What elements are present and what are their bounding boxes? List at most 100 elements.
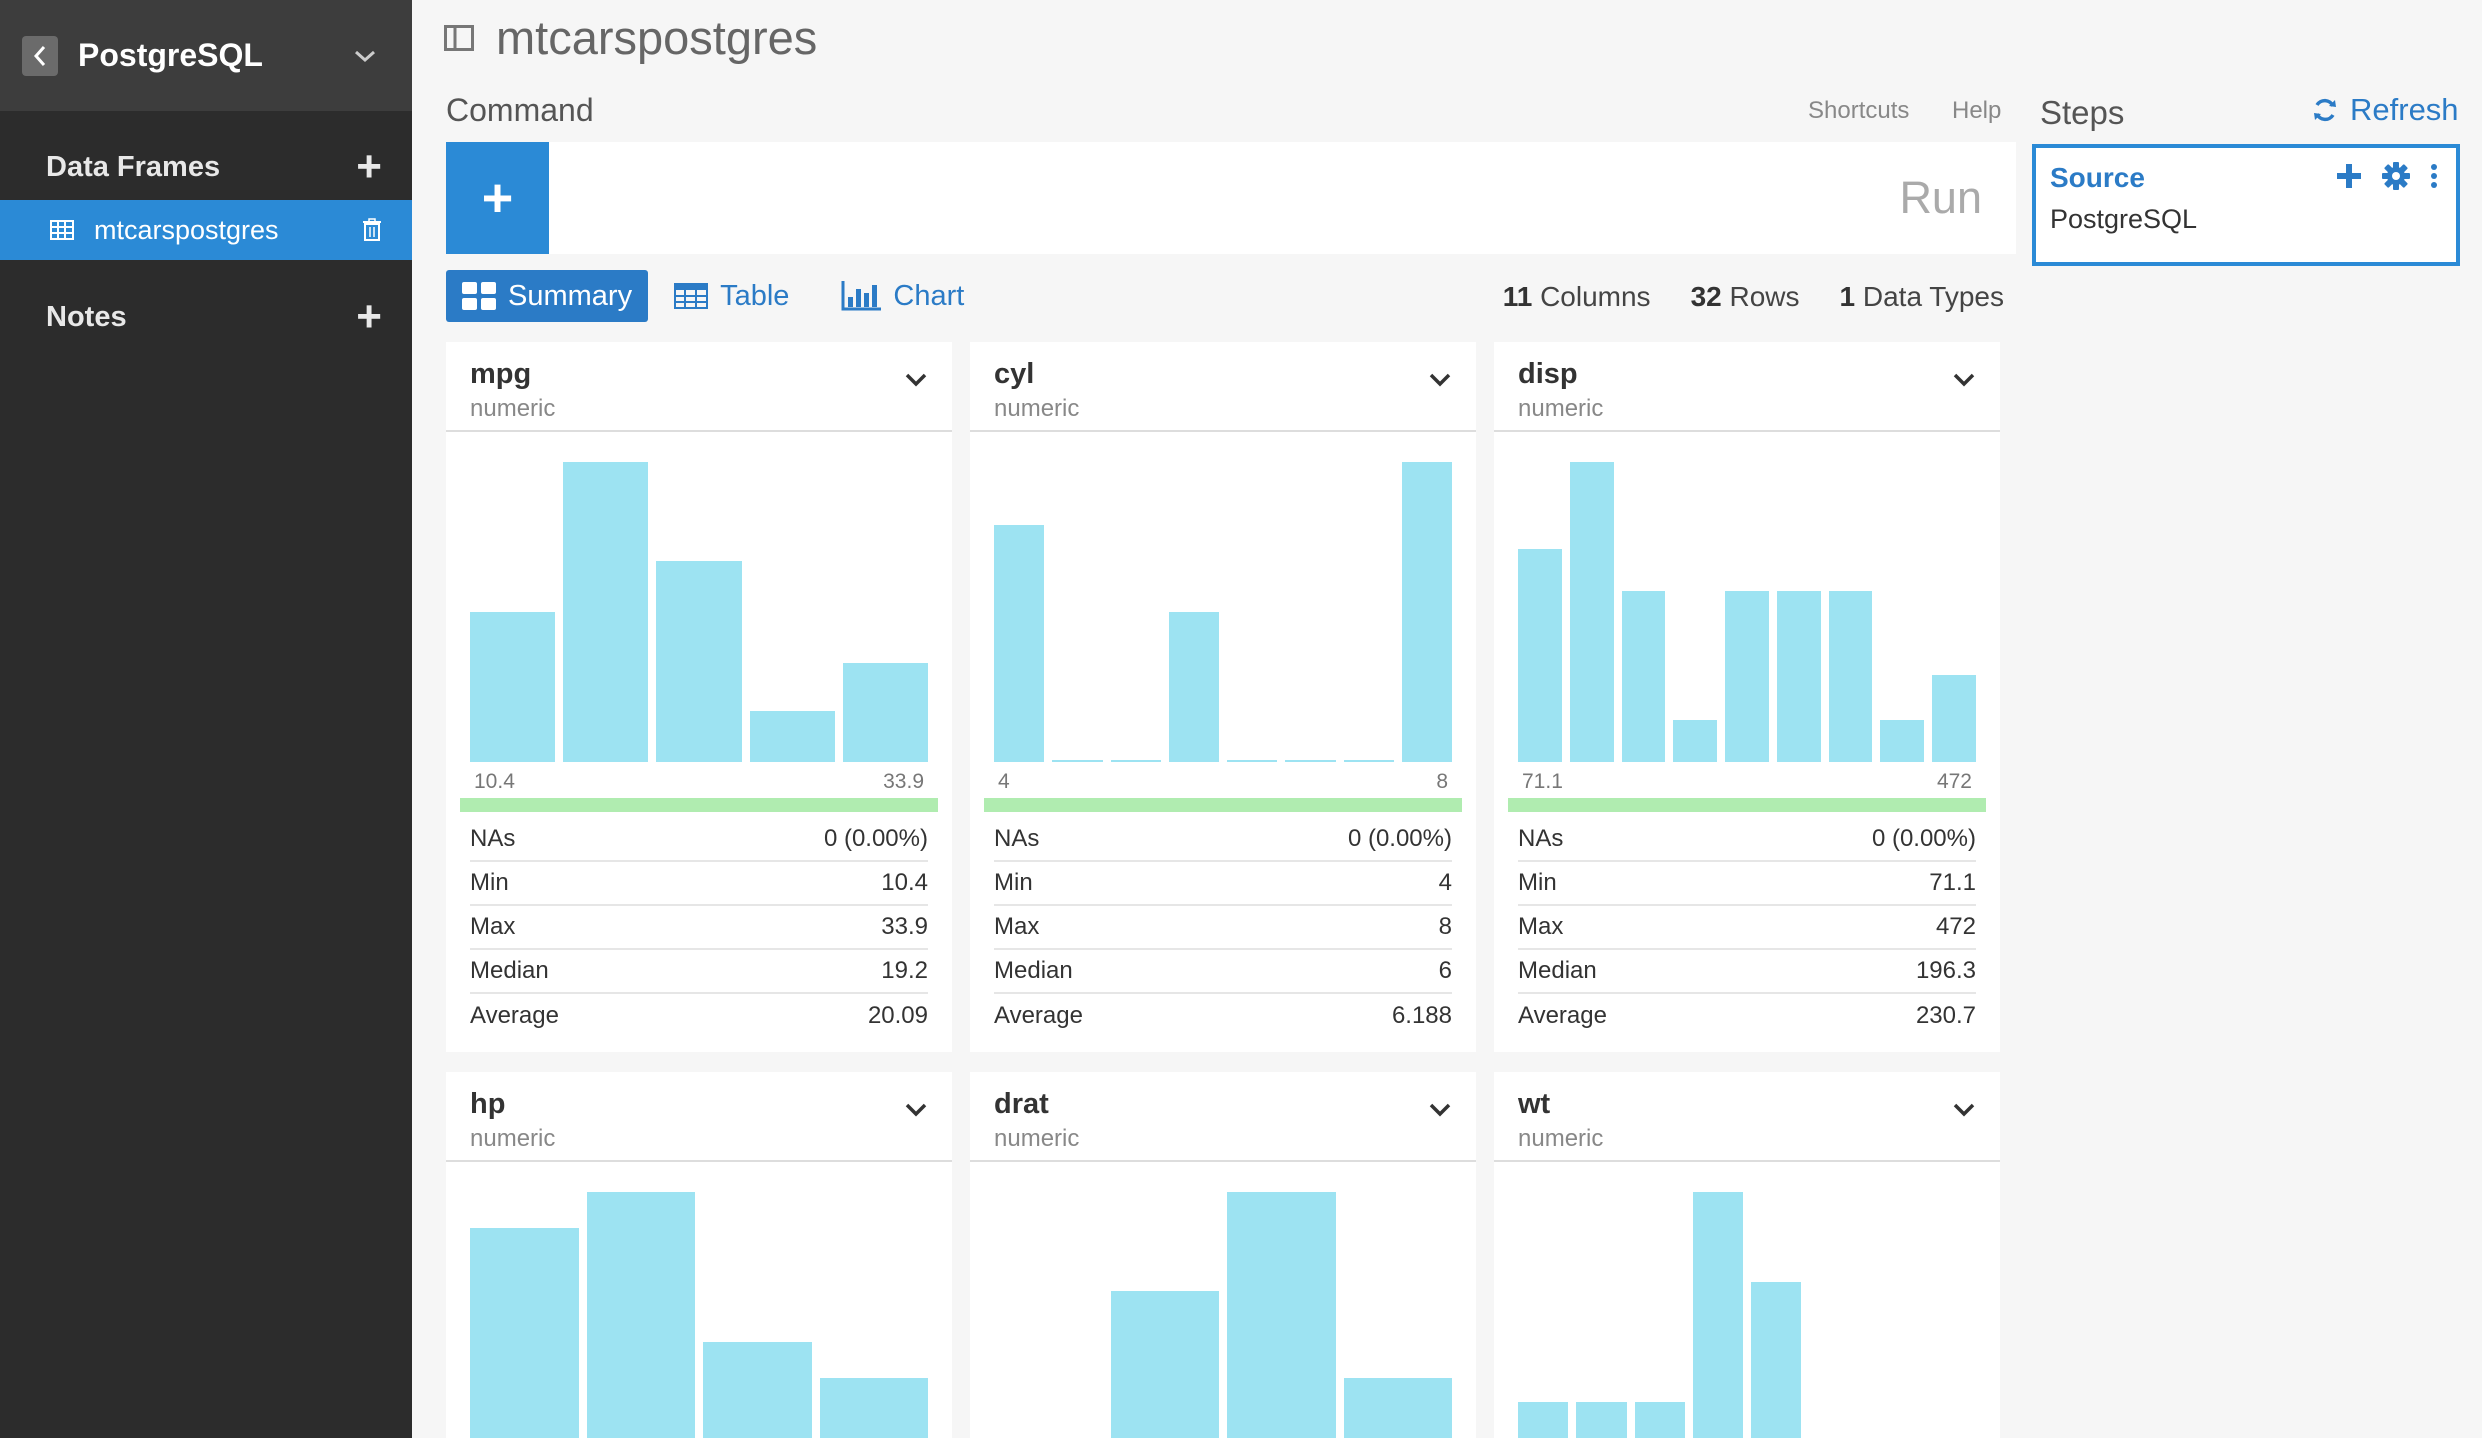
stat-row: Max 33.9 <box>470 906 928 950</box>
data-frames-label: Data Frames <box>46 150 221 183</box>
stat-label: NAs <box>1518 825 1564 852</box>
shortcuts-link[interactable]: Shortcuts <box>1808 97 1909 125</box>
tab-table[interactable]: Table <box>658 270 805 322</box>
add-note-icon[interactable]: + <box>356 295 382 339</box>
histogram-bar <box>1751 1282 1802 1438</box>
sidebar-title: PostgreSQL <box>78 37 263 73</box>
stat-value: 0 (0.00%) <box>823 825 928 852</box>
frame-stats: 11 Columns 32 Rows 1 Data Types <box>1503 281 2004 313</box>
stat-row: Max 472 <box>1518 906 1976 950</box>
histogram-range: 48 <box>970 762 1476 798</box>
stat-label: Max <box>470 913 516 940</box>
stat-label: Min <box>470 869 509 896</box>
stat-label: Median <box>1518 957 1597 984</box>
chevron-down-icon[interactable] <box>1428 372 1452 388</box>
stat-label: Min <box>1518 869 1557 896</box>
stat-value: 6 <box>1438 957 1452 984</box>
histogram-bar <box>470 1228 579 1438</box>
histogram-bar <box>1634 1402 1685 1438</box>
histogram-max-label: 8 <box>1436 770 1448 793</box>
histogram <box>1518 1192 1976 1438</box>
histogram-bar <box>1518 549 1562 762</box>
chevron-down-icon[interactable] <box>354 49 376 63</box>
chevron-down-icon[interactable] <box>1952 372 1976 388</box>
bar-chart-icon <box>841 281 882 311</box>
stat-row: NAs 0 (0.00%) <box>1518 818 1976 862</box>
stat-label: NAs <box>994 825 1040 852</box>
stat-label: Average <box>470 1002 559 1029</box>
add-command-button[interactable]: + <box>446 142 549 254</box>
stat-value: 6.188 <box>1391 1002 1452 1029</box>
rows-label: Rows <box>1729 281 1800 312</box>
add-data-frame-icon[interactable]: + <box>356 145 382 189</box>
rows-stat: 32 Rows <box>1691 281 1800 313</box>
column-type: numeric <box>1518 1125 1604 1152</box>
add-step-icon[interactable] <box>2336 163 2362 189</box>
chevron-down-icon[interactable] <box>904 1102 928 1118</box>
tab-chart[interactable]: Chart <box>825 270 980 322</box>
stat-label: Median <box>994 957 1073 984</box>
notes-label: Notes <box>46 300 127 333</box>
column-type: numeric <box>470 1125 556 1152</box>
histogram-bar <box>1569 462 1614 762</box>
command-bar[interactable]: + Run <box>446 142 2016 254</box>
histogram-bar <box>1110 1291 1219 1438</box>
rows-count: 32 <box>1690 281 1722 312</box>
histogram-bar <box>1168 612 1219 762</box>
histogram <box>470 1192 928 1438</box>
histogram-bar <box>994 525 1045 762</box>
stat-row: Average 6.188 <box>994 994 1452 1038</box>
back-button[interactable] <box>22 35 58 76</box>
chevron-down-icon[interactable] <box>904 372 928 388</box>
columns-stat: 11 Columns <box>1503 281 1651 313</box>
column-name: mpg <box>470 358 532 390</box>
more-vertical-icon[interactable] <box>2430 163 2438 189</box>
stat-value: 0 (0.00%) <box>1871 825 1976 852</box>
stat-row: Min 4 <box>994 862 1452 906</box>
histogram-max-label: 472 <box>1936 770 1972 793</box>
column-name: disp <box>1518 358 1578 390</box>
histogram-bar <box>1673 720 1718 762</box>
histogram-bar <box>1401 462 1452 762</box>
refresh-label: Refresh <box>2350 92 2459 127</box>
stat-value: 8 <box>1438 913 1452 940</box>
histogram <box>994 1192 1452 1438</box>
chevron-down-icon[interactable] <box>1428 1102 1452 1118</box>
tab-summary-label: Summary <box>508 279 633 312</box>
column-name: hp <box>470 1088 506 1120</box>
step-subtitle: PostgreSQL <box>2050 204 2198 234</box>
histogram-bar <box>1880 720 1925 762</box>
column-card-wt: wt numeric <box>1494 1072 2000 1438</box>
panel-toggle-icon[interactable] <box>444 24 474 51</box>
histogram-bar <box>703 1342 812 1438</box>
sidebar-item-mtcarspostgres[interactable]: mtcarspostgres <box>0 200 412 260</box>
chevron-down-icon[interactable] <box>1952 1102 1976 1118</box>
gear-icon[interactable] <box>2382 162 2410 190</box>
column-type: numeric <box>994 395 1080 422</box>
help-link[interactable]: Help <box>1952 97 2001 125</box>
column-name: drat <box>994 1088 1049 1120</box>
histogram-bar <box>1692 1192 1743 1438</box>
histogram-bar <box>1343 760 1394 762</box>
trash-icon[interactable] <box>362 218 382 242</box>
view-tabs: Summary Table Chart <box>446 270 980 322</box>
refresh-icon <box>2314 98 2336 122</box>
column-type: numeric <box>994 1125 1080 1152</box>
histogram-bar <box>1285 760 1336 762</box>
column-card-disp: disp numeric 71.1 472 NAs 0 (0.00%) Min 71.1 Max… <box>1494 342 2000 1052</box>
run-button[interactable]: Run <box>1899 172 1982 224</box>
stat-label: Min <box>994 869 1033 896</box>
histogram-bar <box>1052 760 1103 762</box>
stat-label: Median <box>470 957 549 984</box>
stat-row: NAs 0 (0.00%) <box>994 818 1452 862</box>
stat-label: NAs <box>470 825 516 852</box>
tab-summary[interactable]: Summary <box>446 270 649 322</box>
column-card-mpg: mpg numeric 10.4 33.9 NAs 0 (0.00%) Min 10.4 Max… <box>446 342 952 1052</box>
histogram-bar <box>1776 591 1821 762</box>
histogram-min-label: 4 <box>998 770 1010 793</box>
refresh-button[interactable]: Refresh <box>2312 92 2459 128</box>
stat-row: Min 10.4 <box>470 862 928 906</box>
histogram-bar <box>563 462 649 762</box>
step-source[interactable]: Source PostgreSQL <box>2032 144 2460 266</box>
stat-value: 472 <box>1935 913 1976 940</box>
